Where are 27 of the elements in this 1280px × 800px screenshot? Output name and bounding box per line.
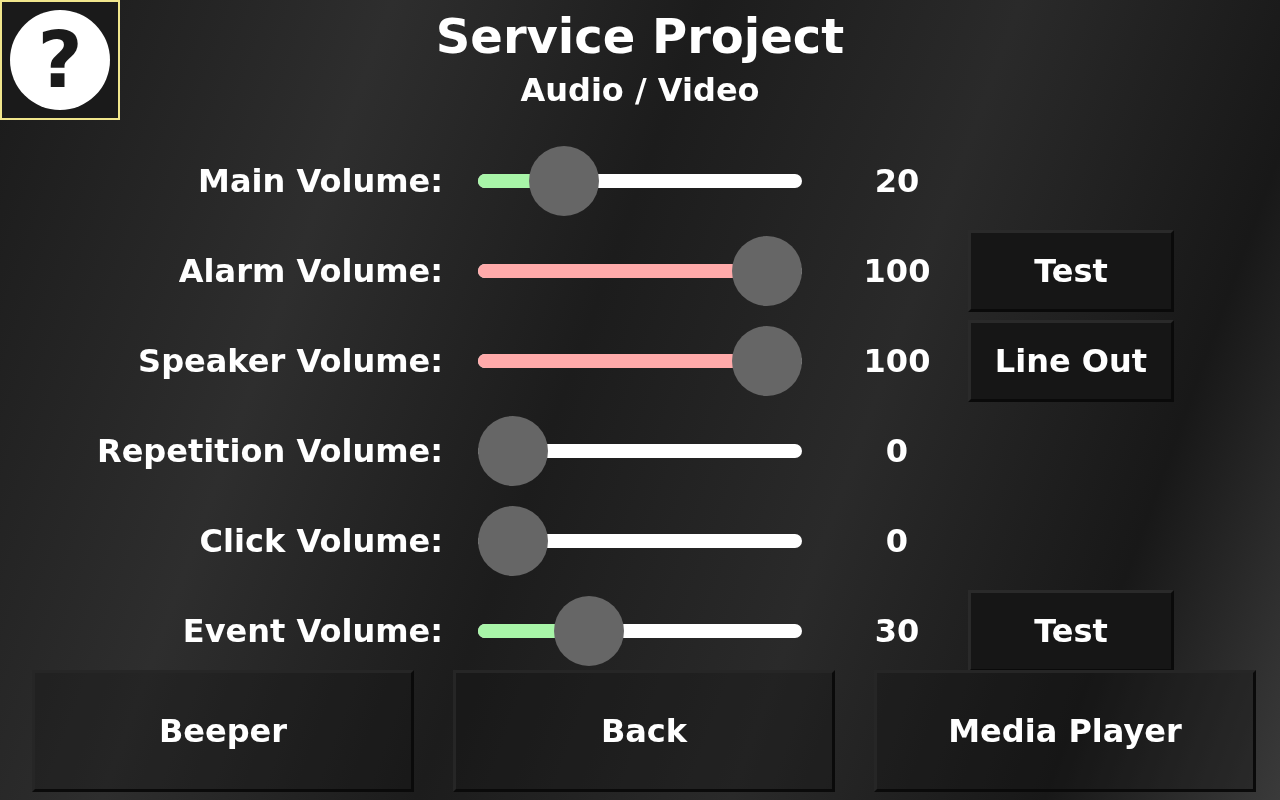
volume-value: 0 <box>884 432 910 470</box>
side-button[interactable]: Line Out <box>968 320 1174 402</box>
volume-slider[interactable] <box>478 506 802 576</box>
slider-label: Repetition Volume: <box>96 432 443 470</box>
volume-slider[interactable] <box>478 326 802 396</box>
volume-value: 100 <box>862 342 932 380</box>
nav-button[interactable]: Media Player <box>874 670 1256 792</box>
slider-label: Click Volume: <box>198 522 443 560</box>
help-button[interactable]: ? <box>0 0 120 120</box>
volume-value: 0 <box>884 522 910 560</box>
nav-button[interactable]: Beeper <box>32 670 414 792</box>
page-title: Service Project <box>435 8 845 64</box>
volume-value: 20 <box>873 162 921 200</box>
nav-button[interactable]: Back <box>453 670 835 792</box>
slider-label: Speaker Volume: <box>137 342 443 380</box>
page-subtitle: Audio / Video <box>520 70 760 111</box>
volume-slider[interactable] <box>478 146 802 216</box>
slider-label: Main Volume: <box>197 162 443 200</box>
volume-slider[interactable] <box>478 236 802 306</box>
slider-label: Event Volume: <box>181 612 443 650</box>
volume-slider[interactable] <box>478 596 802 666</box>
volume-value: 100 <box>862 252 932 290</box>
slider-label: Alarm Volume: <box>177 252 443 290</box>
side-button[interactable]: Test <box>968 230 1174 312</box>
side-button[interactable]: Test <box>968 590 1174 672</box>
volume-value: 30 <box>873 612 921 650</box>
volume-slider[interactable] <box>478 416 802 486</box>
